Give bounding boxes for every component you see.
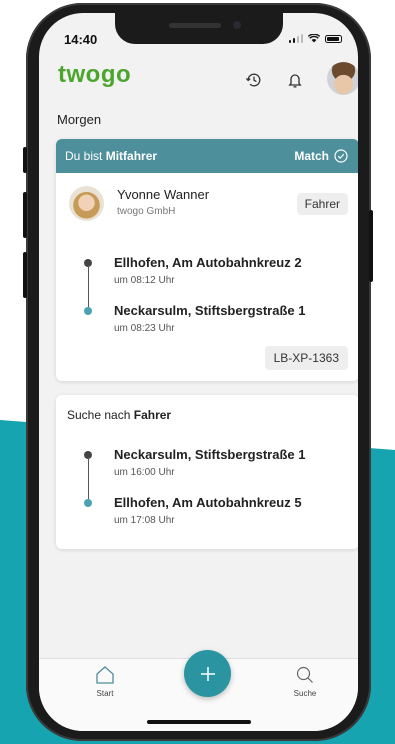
stop-time: um 17:08 Uhr: [114, 515, 175, 526]
nav-search[interactable]: Suche: [285, 665, 325, 698]
mute-switch: [23, 147, 27, 173]
route-line: [87, 457, 89, 501]
bell-icon[interactable]: [287, 71, 303, 89]
power-button: [369, 210, 373, 282]
history-icon[interactable]: [245, 71, 263, 89]
user-avatar[interactable]: [327, 62, 358, 95]
search-prefix: Suche nach: [67, 408, 131, 422]
search-icon: [296, 666, 313, 683]
search-card[interactable]: Suche nach Fahrer Neckarsulm, Stiftsberg…: [56, 395, 358, 549]
ride-card[interactable]: Du bist Mitfahrer Match Yvonne Wanner tw…: [56, 139, 358, 381]
notch: [115, 13, 283, 44]
end-dot: [84, 499, 92, 507]
app-screen: 14:40 twogo Morgen Du bist Mitfahrer Mat…: [39, 13, 358, 731]
end-dot: [84, 307, 92, 315]
stop-name: Neckarsulm, Stiftsbergstraße 1: [114, 303, 306, 318]
volume-up-button: [23, 192, 27, 238]
nav-start[interactable]: Start: [85, 665, 125, 698]
home-icon: [96, 666, 114, 684]
section-title: Morgen: [57, 112, 102, 127]
nav-start-label: Start: [96, 689, 114, 698]
stop-name: Neckarsulm, Stiftsbergstraße 1: [114, 447, 306, 462]
ride-card-header: Du bist Mitfahrer Match: [56, 139, 358, 173]
stop-time: um 16:00 Uhr: [114, 467, 175, 478]
stop-name: Ellhofen, Am Autobahnkreuz 5: [114, 495, 302, 510]
status-time: 14:40: [64, 32, 98, 47]
camera: [233, 21, 241, 29]
driver-info: Yvonne Wanner twogo GmbH: [69, 186, 209, 221]
driver-avatar: [69, 186, 104, 221]
ride-role-name: Mitfahrer: [105, 149, 158, 163]
match-label: Match: [294, 149, 329, 163]
check-circle-icon: [334, 149, 348, 163]
license-plate-badge: LB-XP-1363: [264, 346, 348, 370]
stop-name: Ellhofen, Am Autobahnkreuz 2: [114, 255, 302, 270]
ride-role-prefix: Du bist: [65, 149, 103, 163]
wifi-icon: [308, 34, 320, 43]
app-logo: twogo: [58, 61, 132, 88]
volume-down-button: [23, 252, 27, 298]
home-indicator: [147, 720, 251, 724]
signal-icon: [288, 34, 303, 43]
stop-time: um 08:12 Uhr: [114, 275, 175, 286]
status-icons: [288, 34, 342, 43]
battery-icon: [325, 35, 342, 43]
search-card-title: Suche nach Fahrer: [67, 408, 171, 422]
nav-search-label: Suche: [293, 689, 317, 698]
speaker: [169, 23, 221, 28]
stop-time: um 08:23 Uhr: [114, 323, 175, 334]
route-line: [87, 265, 89, 309]
match-indicator: Match: [294, 149, 348, 163]
add-button[interactable]: [184, 650, 231, 697]
driver-name: Yvonne Wanner: [117, 187, 210, 202]
driver-company: twogo GmbH: [117, 206, 176, 217]
search-target: Fahrer: [133, 408, 172, 422]
search-route: Neckarsulm, Stiftsbergstraße 1 um 16:00 …: [84, 447, 354, 527]
ride-route: Ellhofen, Am Autobahnkreuz 2 um 08:12 Uh…: [84, 255, 354, 335]
plus-icon: [200, 666, 215, 681]
driver-role-badge: Fahrer: [296, 193, 348, 215]
ride-role-text: Du bist Mitfahrer: [65, 149, 157, 163]
